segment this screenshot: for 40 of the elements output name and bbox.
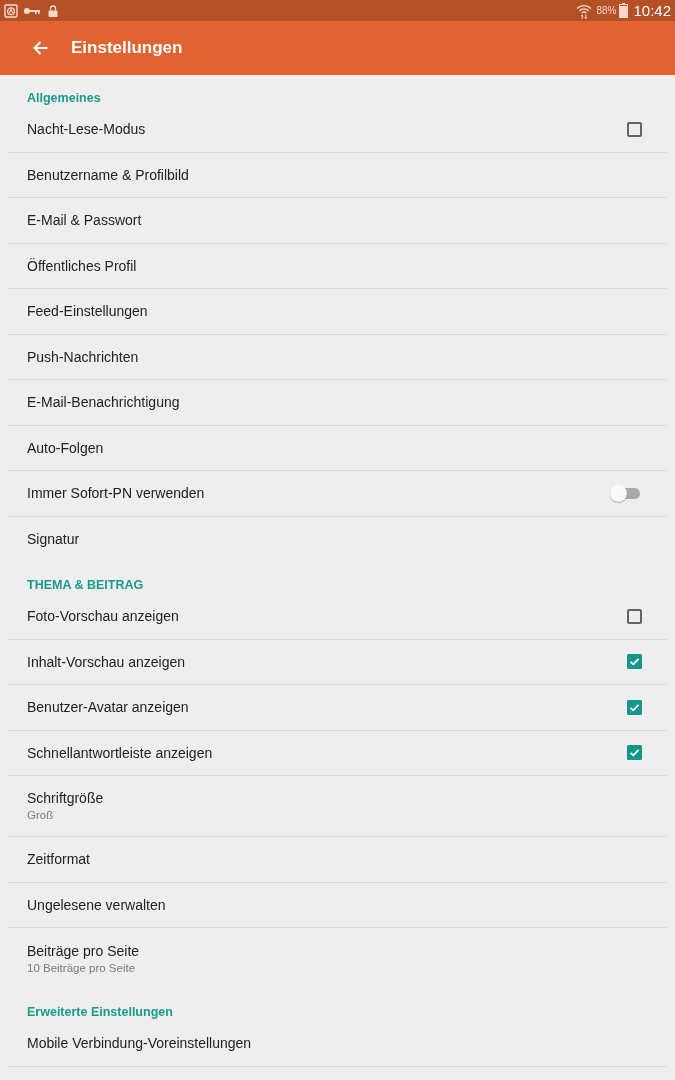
setting-label[interactable]: Beiträge pro Seite: [27, 941, 140, 960]
setting-label: Foto-Vorschau anzeigen: [27, 607, 179, 626]
setting-label: Schnellantwortleiste anzeigen: [27, 743, 213, 762]
setting-label[interactable]: Signatur: [27, 530, 80, 549]
setting-label[interactable]: Push-Nachrichten: [27, 347, 139, 366]
battery-icon: [619, 3, 629, 18]
checkbox[interactable]: [627, 745, 642, 761]
toggle-switch[interactable]: [609, 483, 642, 503]
setting-label[interactable]: Öffentliches Profil: [27, 256, 137, 275]
app-icon: [4, 3, 18, 18]
setting-label: Nacht-Lese-Modus: [27, 120, 146, 139]
setting-label: Inhalt-Vorschau anzeigen: [27, 652, 185, 671]
setting-value: Groß: [27, 808, 54, 823]
setting-value: 10 Beiträge pro Seite: [27, 960, 136, 976]
back-arrow-icon: [32, 41, 48, 55]
checkbox[interactable]: [627, 121, 642, 137]
battery-percent: 88%: [596, 4, 617, 17]
key-icon: [23, 6, 40, 15]
section-header: Allgemeines: [27, 91, 101, 105]
setting-label[interactable]: Mobile Verbindung-Voreinstellungen: [27, 1034, 252, 1053]
checkbox[interactable]: [627, 608, 642, 624]
wifi-icon: [576, 2, 593, 19]
setting-label[interactable]: E-Mail-Benachrichtigung: [27, 393, 180, 412]
setting-label[interactable]: Benutzername & Profilbild: [27, 165, 189, 184]
screen-title: Einstellungen: [71, 38, 183, 58]
setting-label[interactable]: Feed-Einstellungen: [27, 302, 148, 321]
setting-label[interactable]: Schriftgröße: [27, 789, 104, 807]
checkbox[interactable]: [627, 654, 642, 670]
lock-icon: [48, 4, 58, 17]
section-header: Erweiterte Einstellungen: [27, 1005, 173, 1019]
checkbox[interactable]: [627, 699, 642, 715]
setting-label[interactable]: Ungelesene verwalten: [27, 895, 166, 914]
setting-label[interactable]: Auto-Folgen: [27, 438, 104, 457]
setting-label[interactable]: Zeitformat: [27, 850, 90, 869]
clock-time: 10:42: [633, 1, 671, 20]
back-button[interactable]: [31, 39, 49, 57]
setting-label[interactable]: E-Mail & Passwort: [27, 211, 142, 230]
setting-label: Immer Sofort-PN verwenden: [27, 484, 205, 503]
setting-label: Benutzer-Avatar anzeigen: [27, 698, 189, 717]
section-header: THEMA & BEITRAG: [27, 578, 144, 592]
